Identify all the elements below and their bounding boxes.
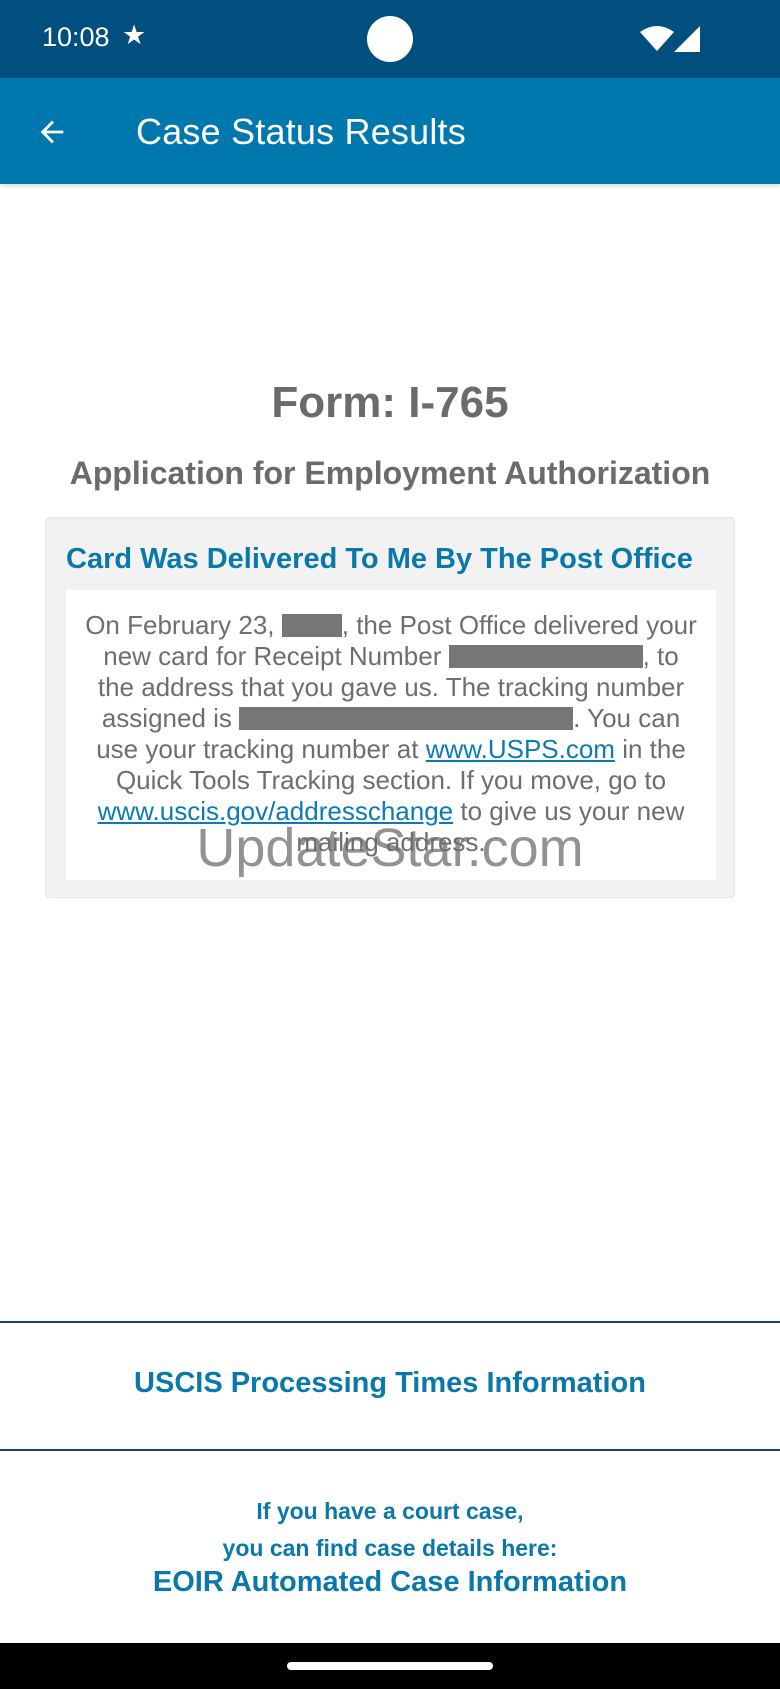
case-status-title: Card Was Delivered To Me By The Post Off…	[66, 543, 693, 575]
address-change-link[interactable]: www.uscis.gov/addresschange	[98, 796, 454, 826]
eoir-case-info-link[interactable]: EOIR Automated Case Information	[0, 1566, 780, 1599]
redacted-receipt-number	[448, 645, 643, 668]
case-status-card: Card Was Delivered To Me By The Post Off…	[45, 517, 735, 898]
app-bar: Case Status Results	[0, 78, 780, 184]
system-nav-bar	[0, 1643, 780, 1689]
arrow-back-icon	[40, 120, 64, 144]
page-title: Case Status Results	[136, 111, 466, 152]
court-case-text-line1: If you have a court case,	[256, 1498, 524, 1524]
status-time: 10:08	[42, 22, 110, 52]
case-status-body: On February 23, , the Post Office delive…	[66, 590, 716, 880]
redacted-tracking-number	[239, 707, 574, 730]
signal-icon	[674, 26, 700, 52]
back-button[interactable]	[28, 108, 76, 156]
form-subtitle: Application for Employment Authorization	[69, 455, 711, 491]
redacted-year	[281, 614, 342, 637]
court-case-text-line2: you can find case details here:	[222, 1535, 558, 1561]
divider	[0, 1321, 780, 1323]
usps-link[interactable]: www.USPS.com	[426, 734, 615, 764]
status-text-part: On February 23,	[85, 610, 282, 640]
star-icon: ★	[122, 20, 147, 51]
status-bar: 10:08 ★	[0, 0, 780, 78]
wifi-icon	[640, 26, 674, 51]
camera-cutout	[367, 16, 413, 62]
form-title: Form: I-765	[271, 378, 509, 427]
processing-times-link[interactable]: USCIS Processing Times Information	[0, 1367, 780, 1400]
home-indicator[interactable]	[287, 1662, 493, 1670]
divider	[0, 1449, 780, 1451]
case-status-text: On February 23, , the Post Office delive…	[66, 610, 716, 858]
